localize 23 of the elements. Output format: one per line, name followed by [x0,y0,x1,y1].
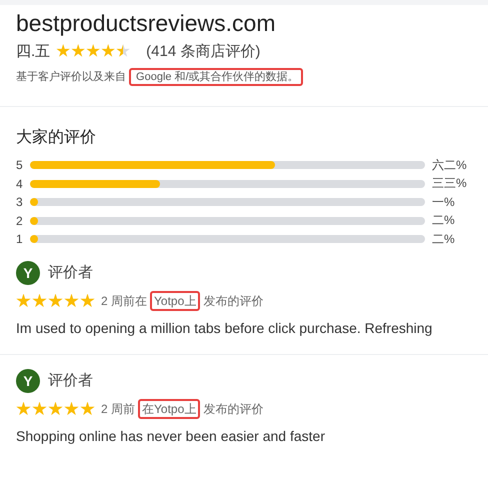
site-title: bestproductsreviews.com [16,9,276,38]
reviewer-name: 评价者 [48,371,93,390]
section-heading: 大家的评价 [16,128,97,148]
star-label: 1 [16,232,24,246]
rating-value: 四.五 [16,42,50,60]
review-text: Shopping online has never been easier and faster [16,428,326,444]
reviewer-name: 评价者 [48,263,93,282]
percent-label: 三三% [431,175,468,192]
percent-label: 一% [431,194,456,211]
review-text: Im used to opening a million tabs before click purchase. Refreshing [16,320,434,336]
avatar: Y [16,368,40,392]
star-label: 2 [16,214,24,228]
review-meta: 2 周前在 Yotpo上 发布的评价 [101,292,264,310]
star-label: 5 [16,158,24,172]
percent-label: 六二% [431,156,468,174]
percent-label: 二% [431,230,456,248]
review-meta: 2 周前 在Yotpo上 发布的评价 [101,400,264,418]
star-label: 3 [16,195,24,210]
avatar: Y [16,260,40,284]
review-count: (414 条商店评价) [146,42,260,60]
percent-label: 二% [431,212,456,230]
star-label: 4 [16,176,24,191]
source-note: 基于客户评价以及来自 Google 和/或其合作伙伴的数据。 [16,68,472,86]
